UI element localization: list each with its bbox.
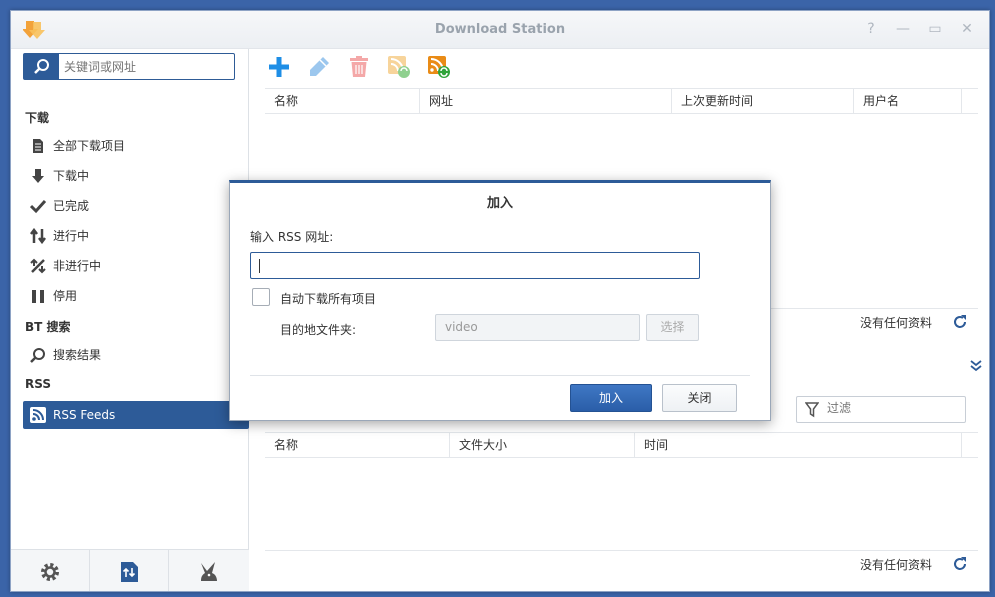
emule-button[interactable] — [169, 550, 248, 591]
transfer-icon — [121, 562, 138, 582]
sidebar-item-label: 进行中 — [53, 229, 90, 243]
inactive-icon — [30, 258, 46, 274]
sidebar-bottom-bar — [11, 549, 249, 591]
sidebar: 下载 全部下载项目 下载中 已完成 进行中 非进行中 停用 BT 搜索 搜索 — [11, 49, 249, 591]
sidebar-item-label: 停用 — [53, 289, 78, 303]
edit-icon[interactable] — [307, 55, 331, 79]
sidebar-item-label: RSS Feeds — [53, 408, 116, 422]
sidebar-item-label: 搜索结果 — [53, 348, 102, 362]
column-last-updated[interactable]: 上次更新时间 — [672, 89, 854, 114]
add-rss-dialog: 加入 输入 RSS 网址: 自动下载所有项目 目的地文件夹: video 选择 … — [229, 180, 771, 421]
items-empty-text: 没有任何资料 — [859, 558, 932, 572]
feeds-grid-header: 名称 网址 上次更新时间 用户名 — [265, 88, 978, 114]
column-username[interactable]: 用户名 — [854, 89, 962, 114]
emule-icon — [201, 562, 217, 581]
sidebar-item-search-results[interactable]: 搜索结果 — [23, 341, 249, 369]
rss-url-input[interactable] — [250, 252, 700, 279]
settings-icon — [41, 563, 59, 581]
update-all-feeds-icon[interactable] — [427, 55, 451, 79]
search-input[interactable] — [64, 58, 229, 76]
section-bt-search: BT 搜索 — [25, 320, 71, 334]
expand-panel-icon[interactable] — [969, 359, 983, 373]
sidebar-item-label: 下载中 — [53, 169, 90, 183]
downloading-icon — [32, 169, 44, 183]
window-title: Download Station — [434, 22, 566, 37]
column-name[interactable]: 名称 — [265, 433, 450, 458]
transfer-button[interactable] — [90, 550, 169, 591]
choose-folder-button: 选择 — [646, 314, 699, 341]
rss-url-label: 输入 RSS 网址: — [250, 230, 334, 244]
sidebar-item-label: 已完成 — [53, 199, 90, 213]
section-download: 下载 — [25, 111, 50, 125]
help-button[interactable]: ? — [863, 21, 879, 37]
refresh-icon[interactable] — [952, 314, 968, 330]
delete-icon[interactable] — [347, 55, 371, 79]
rss-icon — [30, 407, 46, 423]
sidebar-item-label: 全部下载项目 — [53, 139, 126, 153]
dialog-title: 加入 — [486, 196, 513, 211]
paused-icon — [32, 290, 44, 303]
column-url[interactable]: 网址 — [420, 89, 672, 114]
items-grid-header: 名称 文件大小 时间 — [265, 432, 978, 458]
search-icon — [30, 348, 45, 363]
sidebar-item-all-downloads[interactable]: 全部下载项目 — [23, 132, 249, 160]
refresh-feed-icon[interactable] — [387, 55, 411, 79]
title-bar[interactable]: Download Station ? — ▭ ✕ — [11, 11, 989, 49]
filter-icon — [805, 402, 819, 418]
active-icon — [30, 228, 46, 244]
completed-icon — [30, 199, 46, 214]
close-button[interactable]: 关闭 — [662, 384, 737, 412]
search-icon — [34, 59, 49, 74]
search-button[interactable] — [24, 54, 59, 79]
maximize-button[interactable]: ▭ — [927, 21, 943, 37]
all-downloads-icon — [33, 139, 43, 153]
filter-box — [796, 396, 966, 423]
sidebar-item-label: 非进行中 — [53, 259, 102, 273]
dialog-divider — [250, 375, 750, 376]
auto-download-label[interactable]: 自动下载所有项目 — [280, 290, 376, 307]
sidebar-item-inactive[interactable]: 非进行中 — [23, 252, 249, 280]
sidebar-item-rss-feeds[interactable]: RSS Feeds — [23, 401, 249, 429]
destination-label: 目的地文件夹: — [280, 323, 357, 337]
close-window-button[interactable]: ✕ — [959, 21, 975, 37]
items-status-row: 没有任何资料 — [265, 550, 978, 576]
add-icon[interactable] — [267, 55, 291, 79]
text-caret — [259, 259, 260, 273]
sidebar-item-paused[interactable]: 停用 — [23, 282, 249, 310]
sidebar-item-completed[interactable]: 已完成 — [23, 192, 249, 220]
search-box — [23, 53, 235, 80]
minimize-button[interactable]: — — [895, 21, 911, 37]
column-name[interactable]: 名称 — [265, 89, 420, 114]
feeds-empty-text: 没有任何资料 — [859, 316, 932, 330]
filter-input[interactable] — [827, 401, 957, 415]
column-file-size[interactable]: 文件大小 — [450, 433, 635, 458]
sidebar-item-downloading[interactable]: 下载中 — [23, 162, 249, 190]
section-rss: RSS — [25, 377, 51, 391]
add-button[interactable]: 加入 — [570, 384, 652, 412]
sidebar-item-active[interactable]: 进行中 — [23, 222, 249, 250]
settings-button[interactable] — [11, 550, 90, 591]
refresh-icon[interactable] — [952, 556, 968, 572]
column-time[interactable]: 时间 — [635, 433, 962, 458]
auto-download-checkbox[interactable] — [252, 288, 270, 306]
destination-field: video — [435, 314, 640, 341]
